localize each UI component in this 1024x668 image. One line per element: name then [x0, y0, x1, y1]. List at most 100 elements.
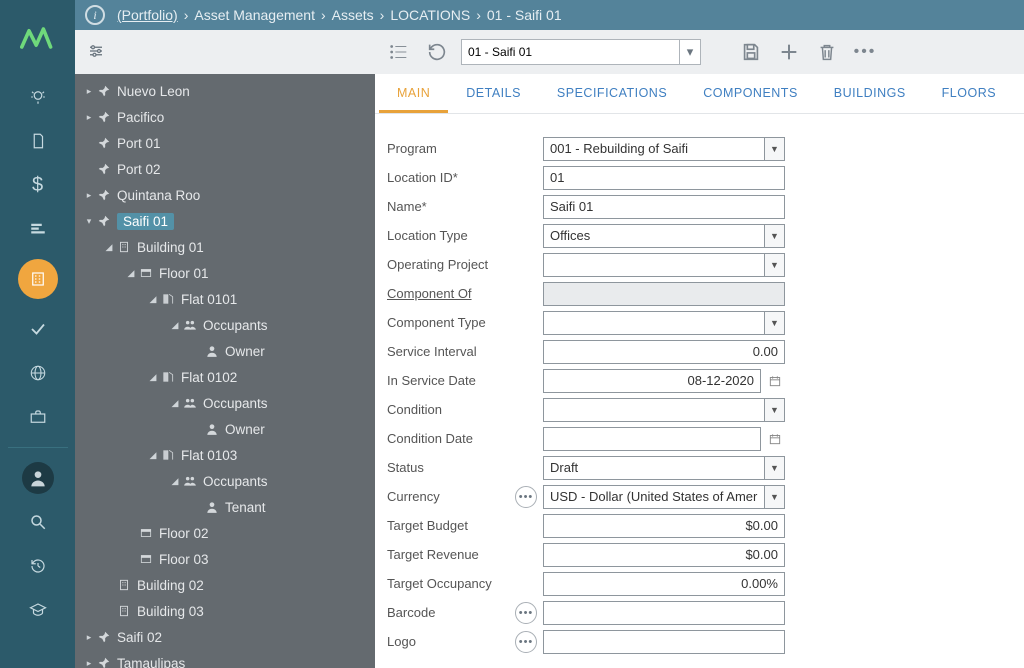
nav-tasks[interactable] [0, 307, 75, 351]
caret-icon[interactable]: ▸ [83, 190, 95, 201]
tree-row[interactable]: ◢Occupants [75, 312, 375, 338]
tree-row[interactable]: ◢Occupants [75, 390, 375, 416]
info-icon[interactable]: i [85, 5, 105, 25]
tree-row[interactable]: Tenant [75, 494, 375, 520]
caret-icon[interactable]: ◢ [169, 476, 181, 487]
tree-row[interactable]: ▸Tamaulipas [75, 650, 375, 668]
calendar-icon[interactable] [765, 427, 785, 451]
caret-icon[interactable]: ◢ [147, 450, 159, 461]
nav-assets-active[interactable] [18, 259, 58, 299]
tree-row[interactable]: Owner [75, 338, 375, 364]
nav-globe[interactable] [0, 351, 75, 395]
history-icon[interactable] [423, 38, 451, 66]
program-input[interactable] [543, 137, 765, 161]
caret-icon[interactable]: ▸ [83, 86, 95, 97]
logo-input[interactable] [543, 630, 785, 654]
delete-icon[interactable] [813, 38, 841, 66]
caret-icon[interactable]: ▸ [83, 658, 95, 668]
tab-floors[interactable]: FLOORS [924, 74, 1014, 113]
targetRevenue-input[interactable] [543, 543, 785, 567]
lookup-button[interactable]: ••• [515, 602, 537, 624]
tree-row[interactable]: ◢Occupants [75, 468, 375, 494]
nav-briefcase[interactable] [0, 395, 75, 439]
tree-row[interactable]: Floor 03 [75, 546, 375, 572]
caret-icon[interactable]: ◢ [169, 320, 181, 331]
nav-search[interactable] [0, 500, 75, 544]
caret-icon[interactable]: ◢ [147, 294, 159, 305]
condition-input[interactable] [543, 398, 765, 422]
nav-finance[interactable]: $ [0, 163, 75, 207]
chevron-down-icon[interactable]: ▾ [679, 39, 701, 65]
serviceInterval-input[interactable] [543, 340, 785, 364]
tree-row[interactable]: Port 01 [75, 130, 375, 156]
caret-icon[interactable]: ◢ [125, 268, 137, 279]
locationType-input[interactable] [543, 224, 765, 248]
tab-main[interactable]: MAIN [379, 74, 448, 113]
nav-user-avatar[interactable] [0, 456, 75, 500]
tab-components[interactable]: COMPONENTS [685, 74, 816, 113]
conditionDate-input[interactable] [543, 427, 761, 451]
add-icon[interactable] [775, 38, 803, 66]
tree-row[interactable]: ▸Nuevo Leon [75, 78, 375, 104]
caret-icon[interactable]: ◢ [169, 398, 181, 409]
breadcrumb-3[interactable]: LOCATIONS [390, 7, 470, 23]
tree-row[interactable]: ▸Pacifico [75, 104, 375, 130]
record-selector-input[interactable] [461, 39, 679, 65]
nav-documents[interactable] [0, 119, 75, 163]
barcode-input[interactable] [543, 601, 785, 625]
tree-row[interactable]: Building 02 [75, 572, 375, 598]
tree-row[interactable]: ▸Saifi 02 [75, 624, 375, 650]
more-icon[interactable]: ••• [851, 38, 879, 66]
caret-icon[interactable]: ◢ [147, 372, 159, 383]
operatingProject-input[interactable] [543, 253, 765, 277]
tree-row[interactable]: Building 03 [75, 598, 375, 624]
tab-details[interactable]: DETAILS [448, 74, 539, 113]
caret-icon[interactable]: ▸ [83, 112, 95, 123]
chevron-down-icon[interactable]: ▼ [765, 485, 785, 509]
targetBudget-input[interactable] [543, 514, 785, 538]
tree-row[interactable]: ▸Quintana Roo [75, 182, 375, 208]
lookup-button[interactable]: ••• [515, 486, 537, 508]
tab-specifications[interactable]: SPECIFICATIONS [539, 74, 685, 113]
tab-spaces[interactable]: SPACES [1014, 74, 1024, 113]
filter-icon[interactable] [87, 42, 105, 63]
tree-row[interactable]: Floor 02 [75, 520, 375, 546]
tree-row[interactable]: ◢Building 01 [75, 234, 375, 260]
tab-buildings[interactable]: BUILDINGS [816, 74, 924, 113]
chevron-down-icon[interactable]: ▼ [765, 253, 785, 277]
targetOccupancy-input[interactable] [543, 572, 785, 596]
breadcrumb-1[interactable]: Asset Management [194, 7, 315, 23]
nav-charts[interactable] [0, 207, 75, 251]
lookup-button[interactable]: ••• [515, 631, 537, 653]
breadcrumb-portfolio[interactable]: (Portfolio) [117, 7, 178, 23]
chevron-down-icon[interactable]: ▼ [765, 311, 785, 335]
tree-row[interactable]: ◢Flat 0103 [75, 442, 375, 468]
nav-education[interactable] [0, 588, 75, 632]
currency-input[interactable] [543, 485, 765, 509]
chevron-down-icon[interactable]: ▼ [765, 137, 785, 161]
tree-row[interactable]: ◢Floor 01 [75, 260, 375, 286]
record-selector[interactable]: ▾ [461, 39, 701, 65]
inServiceDate-input[interactable] [543, 369, 761, 393]
tree-row[interactable]: Owner [75, 416, 375, 442]
status-input[interactable] [543, 456, 765, 480]
save-icon[interactable] [737, 38, 765, 66]
calendar-icon[interactable] [765, 369, 785, 393]
caret-icon[interactable]: ▾ [83, 216, 95, 227]
locationId-input[interactable] [543, 166, 785, 190]
chevron-down-icon[interactable]: ▼ [765, 456, 785, 480]
breadcrumb-4[interactable]: 01 - Saifi 01 [487, 7, 562, 23]
componentType-input[interactable] [543, 311, 765, 335]
caret-icon[interactable]: ▸ [83, 632, 95, 643]
caret-icon[interactable]: ◢ [103, 242, 115, 253]
chevron-down-icon[interactable]: ▼ [765, 398, 785, 422]
tree-row[interactable]: ◢Flat 0102 [75, 364, 375, 390]
tree-row[interactable]: Port 02 [75, 156, 375, 182]
list-icon[interactable] [385, 38, 413, 66]
breadcrumb-2[interactable]: Assets [332, 7, 374, 23]
nav-insights[interactable] [0, 75, 75, 119]
tree-row[interactable]: ◢Flat 0101 [75, 286, 375, 312]
name-input[interactable] [543, 195, 785, 219]
tree-row[interactable]: ▾Saifi 01 [75, 208, 375, 234]
chevron-down-icon[interactable]: ▼ [765, 224, 785, 248]
